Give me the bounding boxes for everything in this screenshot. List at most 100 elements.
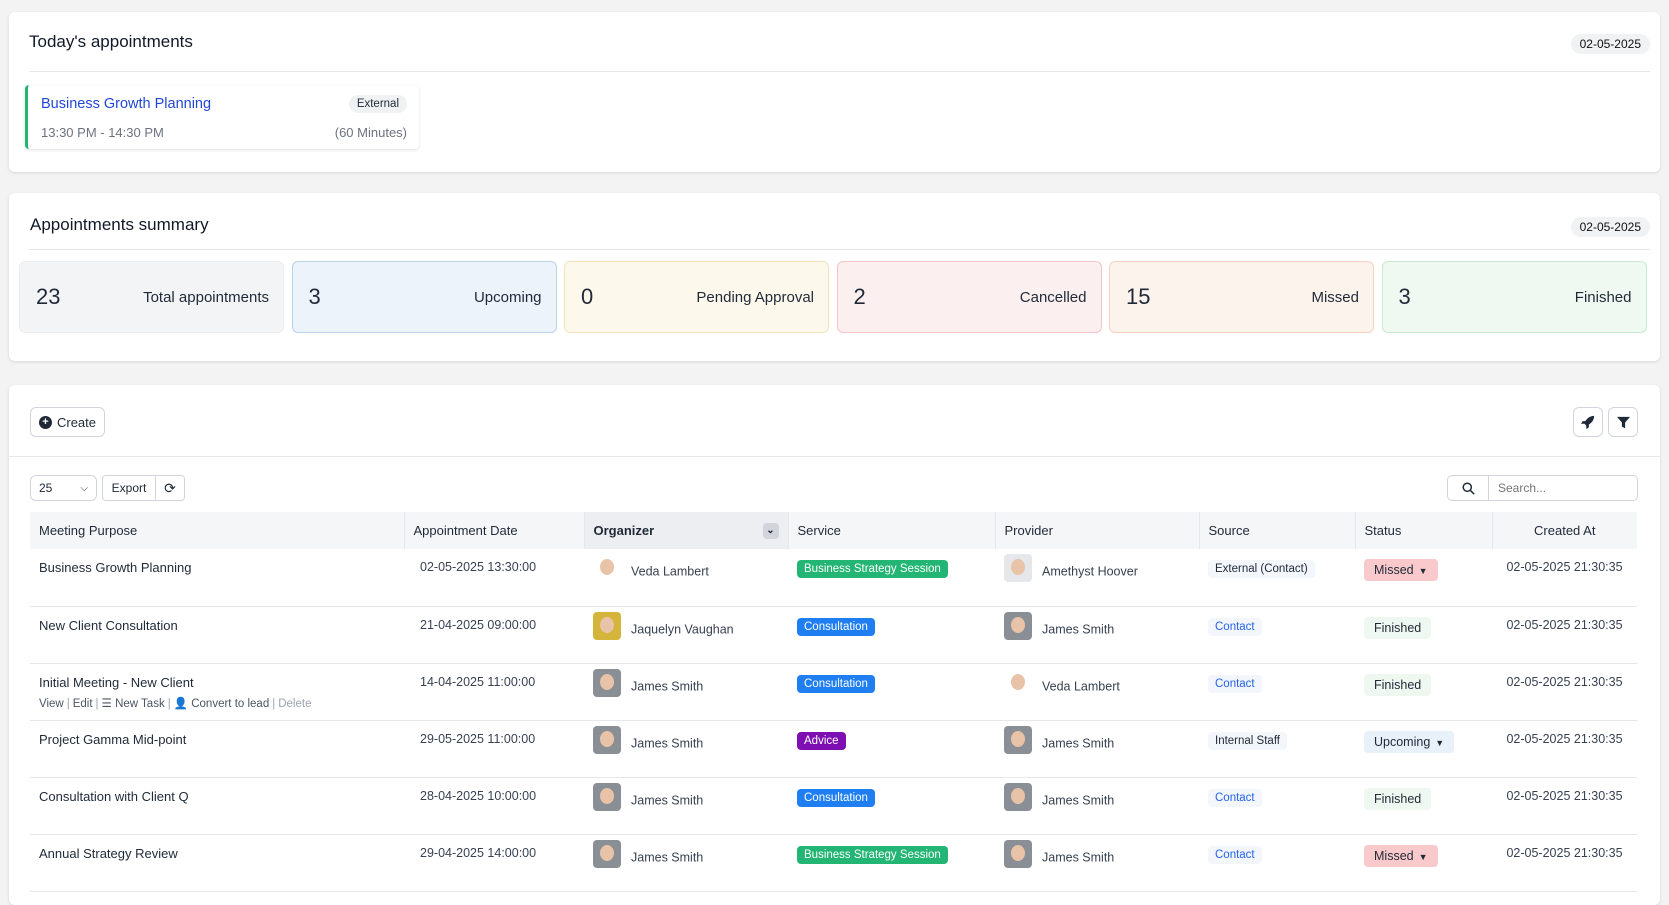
service-badge: Consultation (797, 674, 875, 693)
appointment-card[interactable]: Business Growth Planning External 13:30 … (25, 85, 419, 149)
stat-card-pending-approval[interactable]: 0 Pending Approval (564, 261, 829, 333)
meeting-purpose[interactable]: Initial Meeting - New Client (39, 675, 194, 690)
column-header[interactable]: Organizer ⌄ (584, 512, 789, 549)
meeting-purpose[interactable]: Consultation with Client Q (39, 789, 189, 804)
column-header-label: Created At (1534, 523, 1596, 538)
column-header[interactable]: Source (1199, 512, 1356, 549)
column-header-label: Meeting Purpose (39, 523, 138, 538)
avatar (1004, 611, 1032, 640)
status-badge[interactable]: Missed ▼ (1364, 844, 1438, 867)
source-badge: Internal Staff (1208, 731, 1287, 750)
appointment-date: 21-04-2025 09:00:00 (420, 617, 537, 632)
table-row[interactable]: Business Growth Planning 02-05-2025 13:3… (30, 549, 1637, 607)
stat-value: 3 (1398, 284, 1411, 309)
page-size-value: 25 (39, 481, 53, 495)
meeting-purpose[interactable]: Project Gamma Mid-point (39, 732, 186, 747)
created-at: 02-05-2025 21:30:35 (1506, 845, 1623, 860)
organizer-name[interactable]: James Smith (631, 736, 703, 750)
column-header[interactable]: Provider (995, 512, 1200, 549)
chevron-down-icon[interactable]: ⌄ (762, 522, 779, 539)
page-size-select[interactable]: 25 ⌵ (30, 475, 97, 501)
refresh-button[interactable]: ⟳ (155, 475, 185, 501)
status-badge: Finished (1364, 673, 1432, 696)
stat-card-cancelled[interactable]: 2 Cancelled (836, 261, 1102, 333)
summary-title: Appointments summary (30, 215, 209, 234)
provider-name[interactable]: James Smith (1042, 736, 1114, 750)
provider-name[interactable]: Amethyst Hoover (1042, 564, 1138, 578)
view-link[interactable]: View (39, 698, 64, 710)
table-row[interactable]: Consultation with Client Q 28-04-2025 10… (30, 777, 1637, 835)
appointment-name-link[interactable]: Business Growth Planning (41, 96, 211, 112)
meeting-purpose[interactable]: Annual Strategy Review (39, 846, 178, 861)
status-label: Finished (1374, 791, 1422, 806)
stat-card-upcoming[interactable]: 3 Upcoming (291, 261, 557, 333)
column-header[interactable]: Service (788, 512, 996, 549)
today-date-badge: 02-05-2025 (1570, 34, 1650, 54)
created-at: 02-05-2025 21:30:35 (1506, 731, 1623, 746)
organizer-name[interactable]: James Smith (631, 793, 703, 807)
organizer-name[interactable]: James Smith (631, 850, 703, 864)
avatar (593, 839, 621, 868)
stat-card-total-appointments[interactable]: 23 Total appointments (19, 261, 284, 333)
filter-button[interactable] (1608, 407, 1638, 437)
meeting-purpose[interactable]: New Client Consultation (39, 618, 178, 633)
source-badge: Contact (1208, 674, 1262, 693)
provider-name[interactable]: Veda Lambert (1042, 679, 1120, 693)
status-badge[interactable]: Missed ▼ (1364, 559, 1438, 581)
created-at: 02-05-2025 21:30:35 (1506, 560, 1623, 574)
status-badge: Finished (1364, 787, 1432, 810)
table-row[interactable]: Project Gamma Mid-point 29-05-2025 11:00… (30, 720, 1637, 778)
search-input[interactable] (1488, 475, 1638, 501)
created-at: 02-05-2025 21:30:35 (1506, 617, 1623, 632)
appointments-table-card: + Create 25 ⌵ Export ⟳ Meeting Purpose Ap… (9, 385, 1660, 905)
stat-label: Missed (1311, 288, 1359, 306)
new-task-link[interactable]: New Task (115, 698, 165, 710)
provider-name[interactable]: James Smith (1042, 850, 1114, 864)
table-row[interactable]: New Client Consultation 21-04-2025 09:00… (30, 606, 1637, 664)
table-row[interactable]: Annual Strategy Review 29-04-2025 14:00:… (30, 834, 1637, 892)
search-button[interactable] (1447, 475, 1489, 501)
appointment-date: 29-04-2025 14:00:00 (420, 845, 537, 860)
organizer-name[interactable]: Veda Lambert (631, 564, 709, 578)
avatar (593, 611, 621, 640)
service-badge: Business Strategy Session (797, 845, 948, 864)
stat-card-finished[interactable]: 3 Finished (1381, 261, 1647, 333)
column-header[interactable]: Status (1355, 512, 1493, 549)
create-button[interactable]: + Create (30, 407, 105, 437)
provider-name[interactable]: James Smith (1042, 622, 1114, 636)
delete-link[interactable]: Delete (278, 698, 311, 710)
organizer-name[interactable]: James Smith (631, 679, 703, 693)
status-badge[interactable]: Upcoming ▼ (1364, 730, 1455, 753)
todays-appointments-title: Today's appointments (29, 32, 193, 51)
meeting-purpose[interactable]: Business Growth Planning (39, 560, 191, 575)
avatar (593, 554, 621, 582)
organizer-name[interactable]: Jaquelyn Vaughan (631, 622, 734, 636)
appointment-duration: (60 Minutes) (334, 125, 407, 140)
created-at: 02-05-2025 21:30:35 (1506, 674, 1623, 689)
appointments-table: Meeting Purpose Appointment Date Organizer… (30, 512, 1637, 892)
appointment-date: 29-05-2025 11:00:00 (420, 731, 536, 746)
source-badge: Contact (1208, 788, 1262, 807)
status-badge: Finished (1364, 616, 1432, 639)
column-header[interactable]: Created At (1492, 512, 1637, 549)
column-header[interactable]: Meeting Purpose (30, 512, 405, 549)
service-badge: Business Strategy Session (797, 560, 948, 578)
service-badge: Consultation (797, 788, 875, 807)
provider-name[interactable]: James Smith (1042, 793, 1114, 807)
status-label: Upcoming (1374, 734, 1431, 749)
rocket-button[interactable] (1573, 407, 1603, 437)
filter-icon (1616, 416, 1630, 428)
divider (29, 71, 1650, 72)
export-button[interactable]: Export (102, 475, 156, 501)
stat-card-missed[interactable]: 15 Missed (1109, 261, 1374, 333)
edit-link[interactable]: Edit (73, 698, 93, 710)
convert-to-lead-link[interactable]: Convert to lead (191, 698, 269, 710)
avatar (1004, 782, 1032, 811)
source-badge: Contact (1208, 845, 1262, 864)
chevron-down-icon: ⌵ (80, 482, 88, 494)
column-header[interactable]: Appointment Date (404, 512, 585, 549)
table-row[interactable]: Initial Meeting - New Client View | Edit | ☰ … (30, 663, 1637, 721)
stat-label: Finished (1574, 288, 1632, 306)
divider (29, 249, 1650, 250)
status-label: Finished (1374, 677, 1422, 692)
